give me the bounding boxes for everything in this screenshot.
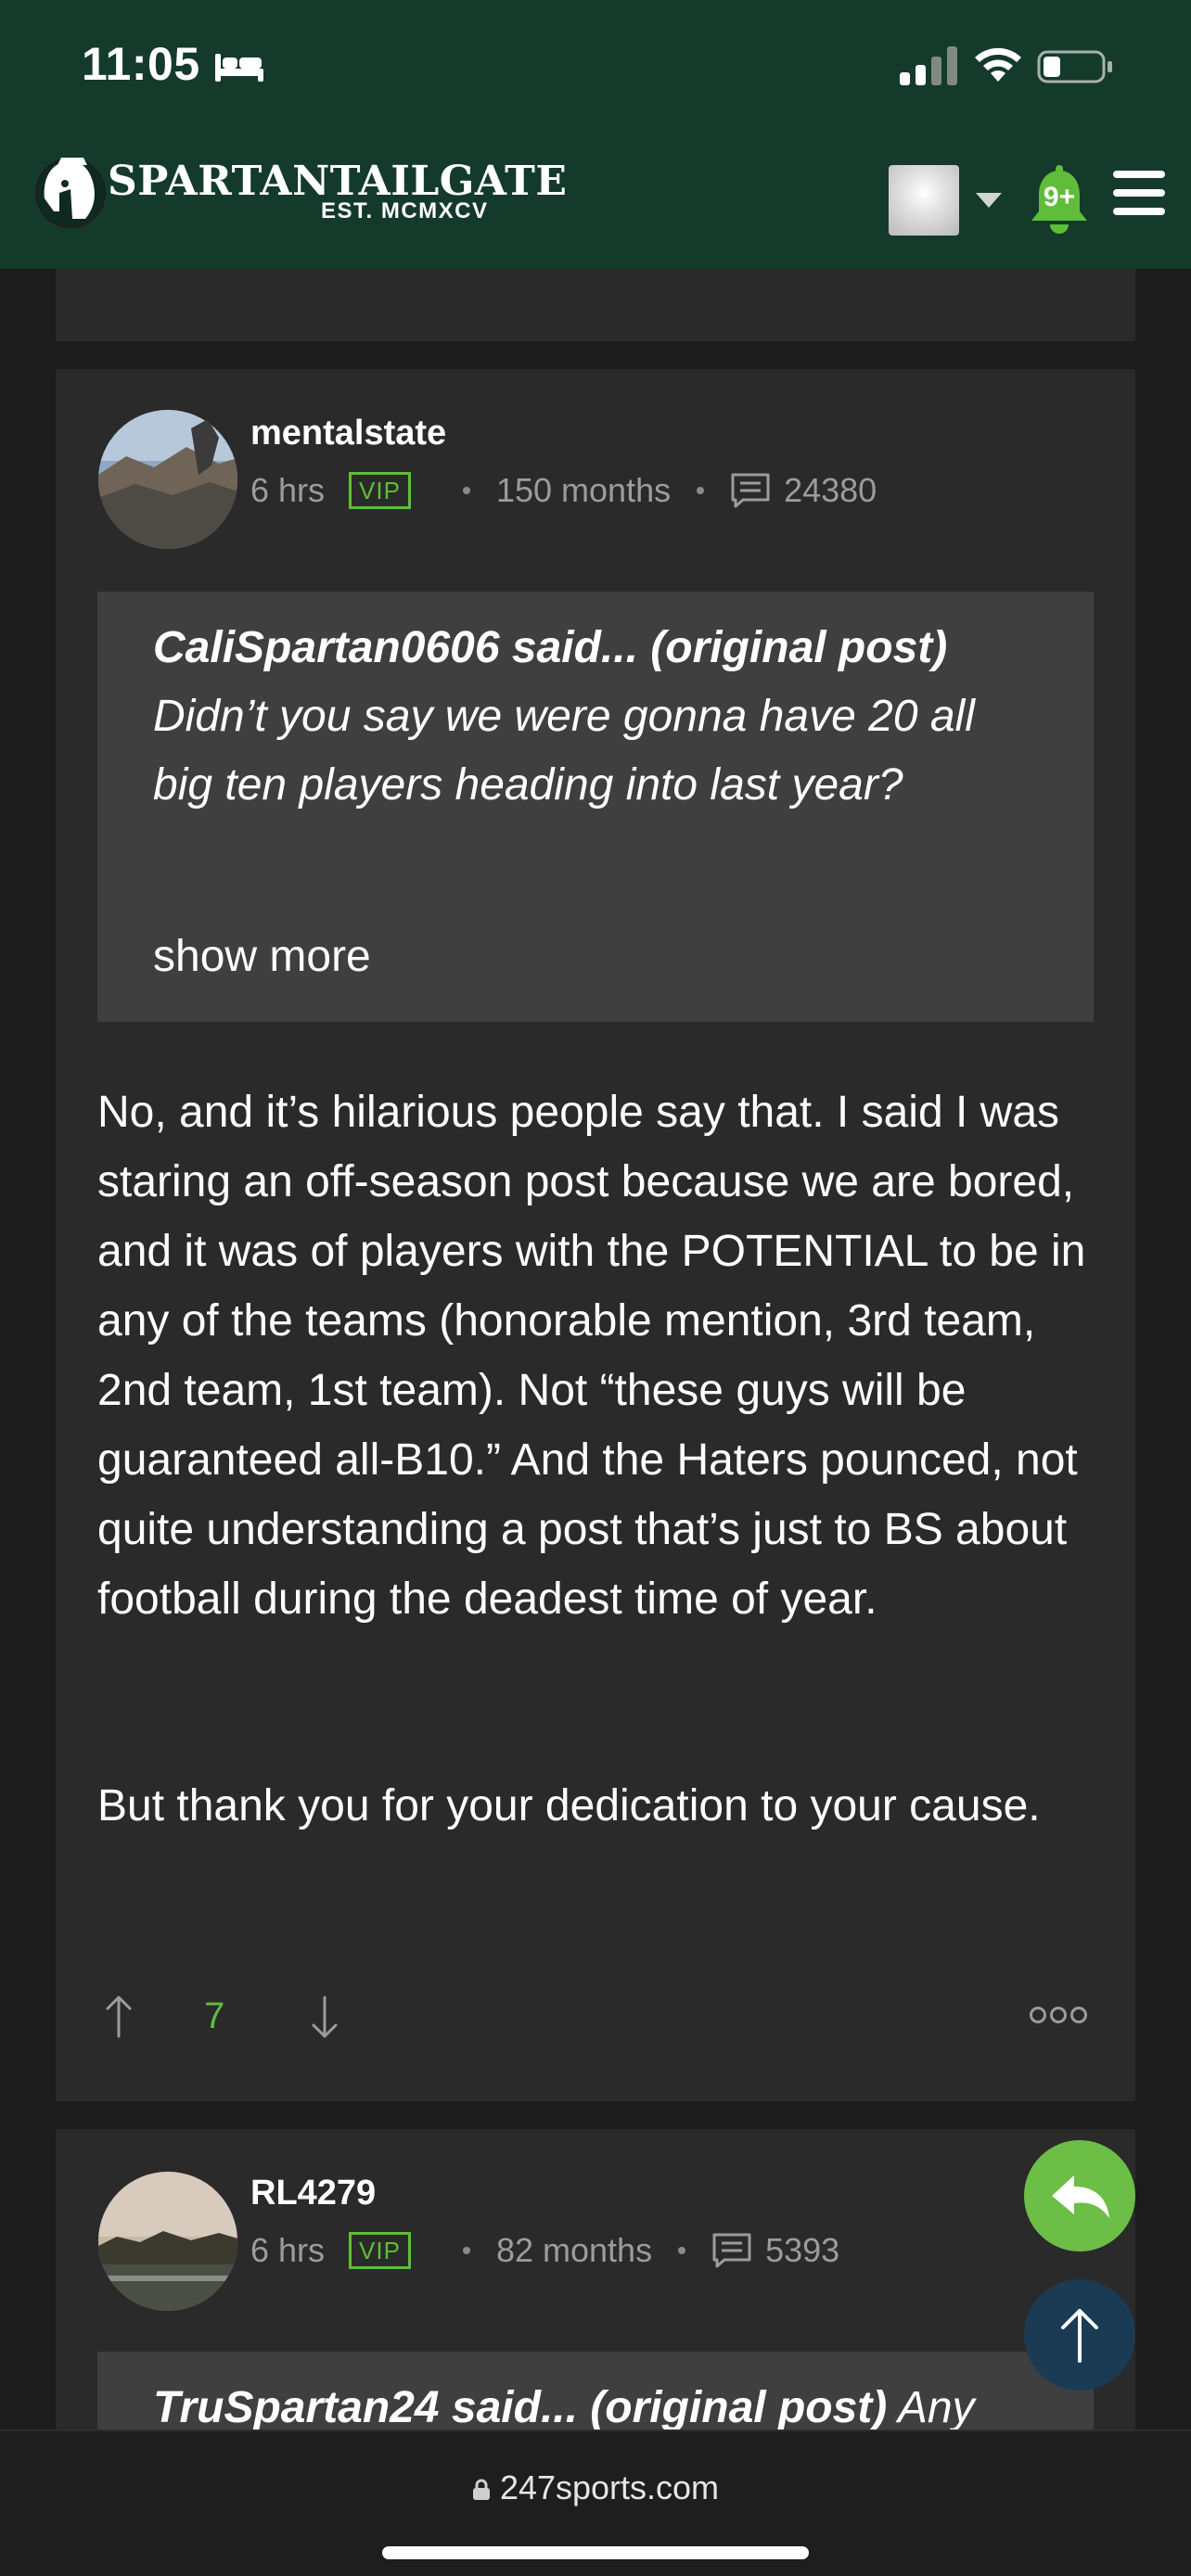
home-indicator[interactable] — [382, 2546, 809, 2559]
battery-icon — [1037, 50, 1112, 83]
page: 11:05 SPARTANTAILGATE EST. MCMXCV 9+ men… — [0, 0, 1191, 2576]
url-text: 247sports.com — [499, 2468, 720, 2506]
chevron-down-icon[interactable] — [976, 193, 1002, 208]
post-body-paragraph: But thank you for your dedication to you… — [97, 1781, 1041, 1830]
app-header: 11:05 SPARTANTAILGATE EST. MCMXCV 9+ — [0, 0, 1191, 269]
quoted-post: CaliSpartan0606 said... (original post) … — [97, 592, 1094, 1022]
post-count[interactable]: 5393 — [765, 2231, 839, 2270]
post-time: 6 hrs — [250, 2231, 326, 2269]
separator-dot — [697, 487, 705, 494]
reply-button[interactable] — [1024, 2140, 1135, 2251]
more-icon[interactable] — [1030, 2007, 1087, 2023]
vote-count: 7 — [204, 1996, 225, 2036]
browser-address-bar: 247sports.com — [0, 2429, 1191, 2576]
show-more-link[interactable]: show more — [153, 931, 371, 982]
post-count[interactable]: 24380 — [784, 471, 877, 510]
quote-author[interactable]: CaliSpartan0606 said... — [153, 623, 638, 672]
status-time: 11:05 — [82, 38, 200, 90]
avatar-photo — [98, 410, 237, 549]
avatar-photo — [98, 2172, 237, 2311]
member-tenure: 150 months — [495, 471, 672, 509]
avatar[interactable] — [98, 2172, 237, 2311]
forum-post: mentalstate 6 hrs VIP 150 months 24380 C… — [56, 369, 1135, 2101]
original-post-link[interactable]: (original post) — [590, 2383, 887, 2432]
wifi-icon — [975, 47, 1021, 82]
separator-dot — [462, 487, 470, 494]
original-post-link[interactable]: (original post) — [650, 623, 947, 672]
quote-text: Didn’t you say we were gonna have 20 all… — [153, 692, 975, 810]
arrow-up-icon[interactable] — [102, 1994, 135, 2040]
avatar[interactable] — [98, 410, 237, 549]
bed-icon — [215, 54, 263, 82]
quote-text: Any — [897, 2383, 975, 2432]
notification-count: 9+ — [1043, 182, 1076, 212]
scroll-top-icon — [1061, 2309, 1098, 2363]
post-username[interactable]: mentalstate — [250, 414, 446, 453]
post-time: 6 hrs — [250, 471, 326, 509]
arrow-down-icon[interactable] — [308, 1994, 341, 2040]
separator-dot — [678, 2247, 686, 2254]
reply-icon — [1052, 2175, 1109, 2218]
site-logo-tagline: EST. MCMXCV — [321, 198, 489, 223]
signal-icon — [900, 46, 957, 85]
vip-badge: VIP — [349, 2232, 411, 2269]
user-avatar[interactable] — [889, 165, 959, 236]
spartan-helmet-icon[interactable] — [33, 152, 108, 230]
comment-icon — [712, 2233, 751, 2268]
previous-post-card — [56, 269, 1135, 341]
vip-badge: VIP — [349, 472, 411, 509]
post-meta: 6 hrs VIP 150 months 24380 — [250, 471, 877, 510]
quote-content: CaliSpartan0606 said... (original post) … — [153, 614, 1044, 820]
quote-author[interactable]: TruSpartan24 said... — [153, 2383, 578, 2432]
separator-dot — [462, 2247, 470, 2254]
post-username[interactable]: RL4279 — [250, 2174, 376, 2213]
member-tenure: 82 months — [495, 2231, 653, 2269]
url-field[interactable]: 247sports.com — [0, 2468, 1191, 2507]
scroll-top-button[interactable] — [1024, 2279, 1135, 2391]
post-meta: 6 hrs VIP 82 months 5393 — [250, 2231, 839, 2270]
comment-icon — [731, 473, 770, 508]
lock-icon — [472, 2479, 490, 2500]
menu-icon[interactable] — [1113, 171, 1165, 217]
post-body-paragraph: No, and it’s hilarious people say that. … — [97, 1088, 1086, 1624]
